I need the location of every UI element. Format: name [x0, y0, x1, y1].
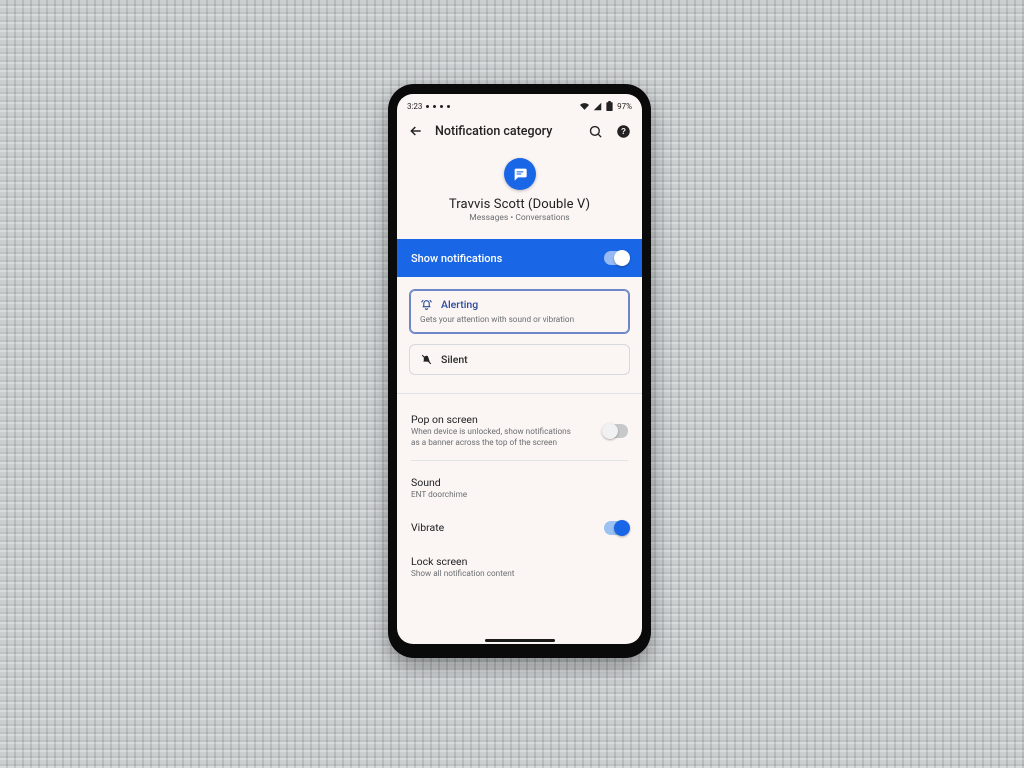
messages-app-icon [504, 158, 536, 190]
divider [411, 460, 628, 461]
show-notifications-toggle[interactable] [604, 251, 628, 265]
chat-bubble-icon [512, 166, 528, 182]
setting-pop-title: Pop on screen [411, 413, 581, 426]
app-bar: Notification category ? [397, 114, 642, 144]
home-indicator[interactable] [485, 639, 555, 642]
show-notifications-row[interactable]: Show notifications [397, 239, 642, 277]
photo-background: { "status": { "time": "3:23", "battery":… [0, 0, 1024, 768]
bell-ring-icon [420, 298, 433, 311]
status-dot-icon [433, 105, 436, 108]
svg-text:?: ? [621, 127, 626, 136]
pop-on-screen-toggle[interactable] [604, 424, 628, 438]
setting-sound-title: Sound [411, 476, 628, 489]
setting-vibrate[interactable]: Vibrate [411, 511, 628, 545]
channel-subtitle: Messages • Conversations [469, 213, 569, 223]
toggle-knob [602, 423, 618, 439]
settings-list: Pop on screen When device is unlocked, s… [397, 398, 642, 594]
show-notifications-label: Show notifications [411, 252, 502, 265]
setting-lockscreen-value: Show all notification content [411, 569, 581, 580]
setting-sound-value: ENT doorchime [411, 490, 581, 501]
status-dot-icon [426, 105, 429, 108]
search-icon [588, 124, 603, 139]
setting-vibrate-title: Vibrate [411, 521, 444, 534]
channel-name: Travvis Scott (Double V) [449, 197, 590, 212]
mode-silent[interactable]: Silent [409, 344, 630, 375]
page-title: Notification category [435, 124, 576, 139]
search-button[interactable] [586, 122, 604, 140]
bell-off-icon [420, 353, 433, 366]
setting-lock-screen[interactable]: Lock screen Show all notification conten… [411, 545, 628, 590]
vibrate-toggle[interactable] [604, 521, 628, 535]
status-left: 3:23 [407, 102, 450, 111]
status-battery-pct: 97% [617, 102, 632, 111]
status-right: 97% [580, 101, 632, 111]
phone-device-frame: 3:23 97% Notification category [388, 84, 651, 658]
help-button[interactable]: ? [614, 122, 632, 140]
toggle-knob [614, 250, 630, 266]
setting-pop-subtitle: When device is unlocked, show notificati… [411, 427, 581, 448]
toggle-knob [614, 520, 630, 536]
setting-pop-on-screen[interactable]: Pop on screen When device is unlocked, s… [411, 402, 628, 458]
status-dot-icon [440, 105, 443, 108]
notification-mode-group: Alerting Gets your attention with sound … [397, 277, 642, 391]
status-time: 3:23 [407, 102, 422, 111]
arrow-left-icon [408, 123, 424, 139]
signal-icon [593, 102, 602, 111]
setting-lockscreen-title: Lock screen [411, 555, 628, 568]
divider [397, 393, 642, 394]
mode-alerting[interactable]: Alerting Gets your attention with sound … [409, 289, 630, 334]
status-dot-icon [447, 105, 450, 108]
wifi-icon [580, 102, 589, 111]
mode-alerting-label: Alerting [441, 298, 478, 311]
mode-alerting-desc: Gets your attention with sound or vibrat… [420, 315, 619, 325]
phone-screen: 3:23 97% Notification category [397, 94, 642, 644]
status-bar: 3:23 97% [397, 94, 642, 114]
setting-sound[interactable]: Sound ENT doorchime [411, 465, 628, 511]
help-icon: ? [616, 124, 631, 139]
battery-icon [606, 101, 613, 111]
channel-hero: Travvis Scott (Double V) Messages • Conv… [397, 144, 642, 233]
back-button[interactable] [407, 122, 425, 140]
mode-silent-label: Silent [441, 353, 468, 366]
